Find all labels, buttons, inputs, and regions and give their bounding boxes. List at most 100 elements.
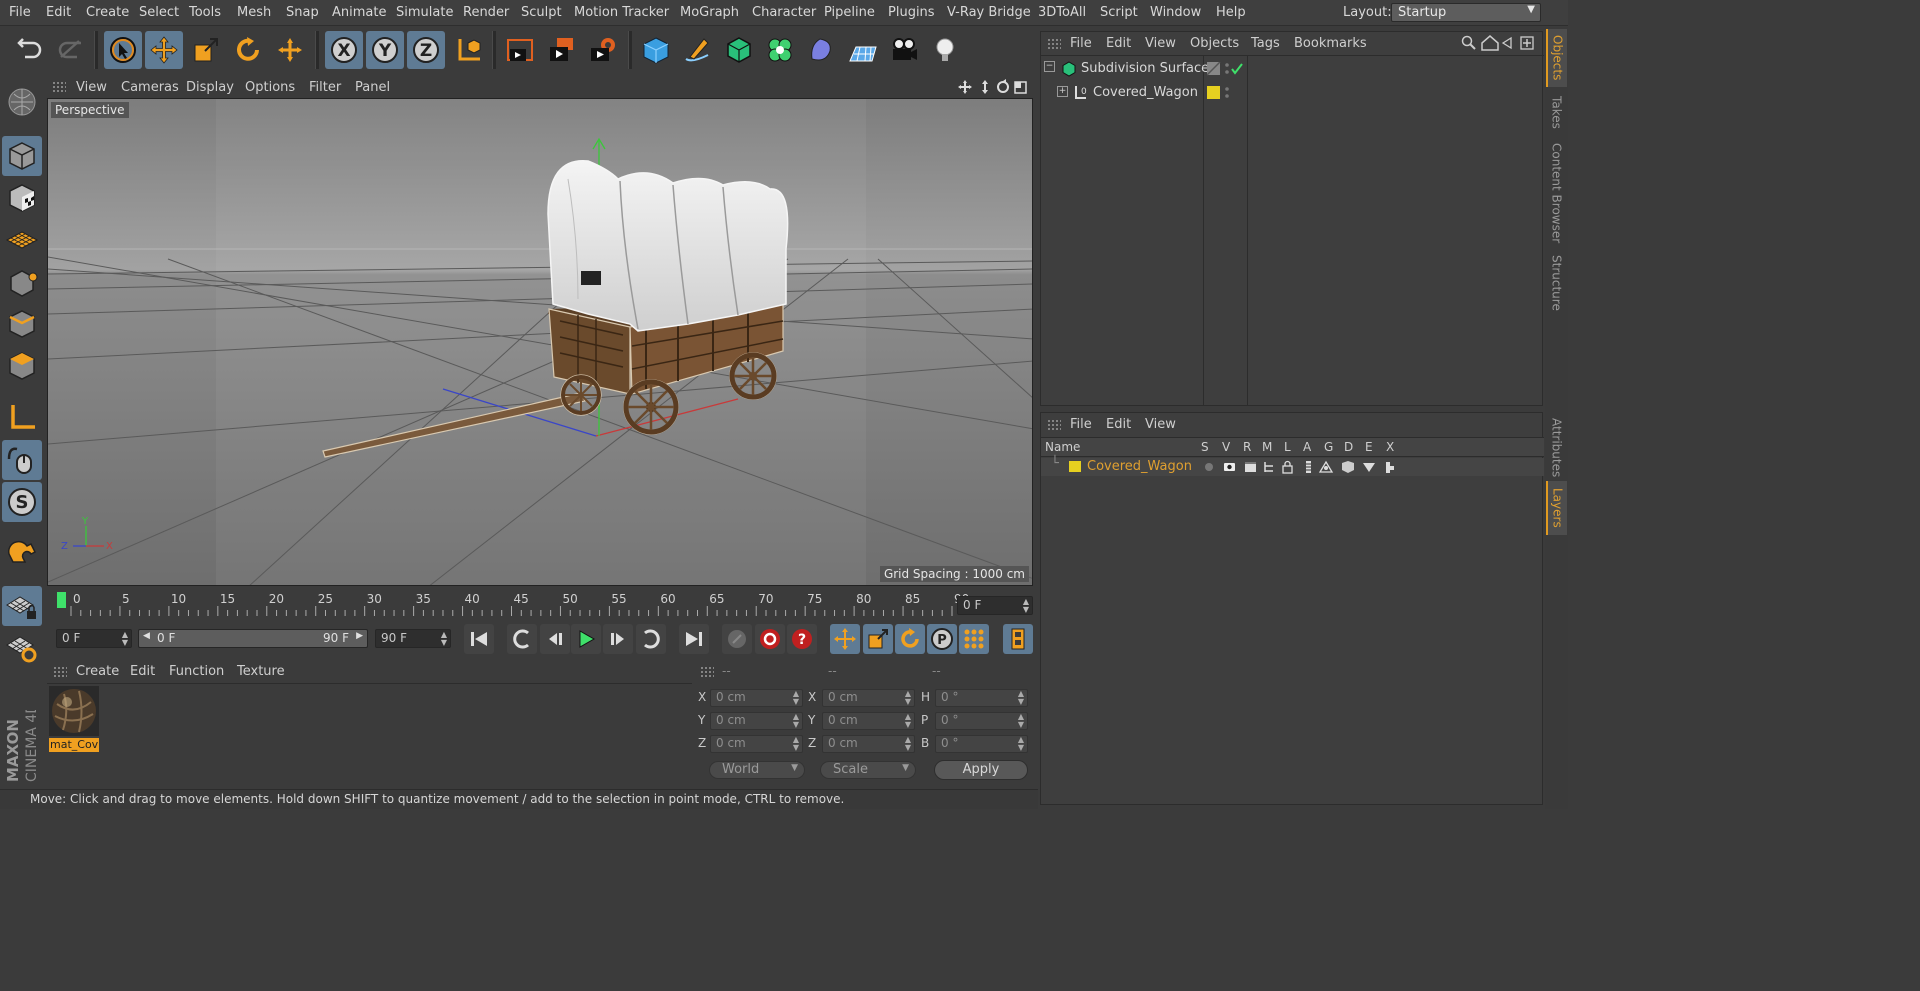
objects-menu-edit[interactable]: Edit: [1106, 36, 1131, 51]
layer-row[interactable]: └ Covered_Wagon: [1041, 456, 1544, 476]
scale-tool-button[interactable]: [187, 31, 225, 69]
make-editable-button[interactable]: [2, 82, 42, 122]
layer-col-name[interactable]: Name: [1045, 440, 1080, 454]
keyframe-selection-button[interactable]: ?: [787, 624, 817, 654]
menu-vray-bridge[interactable]: V-Ray Bridge: [947, 5, 1031, 20]
key-pla-button[interactable]: [959, 624, 989, 654]
workplane-button[interactable]: [2, 219, 42, 259]
eye-icon[interactable]: [1224, 463, 1235, 471]
start-frame-field[interactable]: 0 F ▲ ▼: [56, 629, 132, 648]
object-name[interactable]: Subdivision Surface: [1081, 61, 1209, 76]
objects-menu-view[interactable]: View: [1145, 36, 1176, 51]
coord-position-field[interactable]: 0 cm ▲ ▼: [710, 712, 803, 730]
tab-objects[interactable]: Objects: [1546, 29, 1567, 87]
objects-menu-file[interactable]: File: [1070, 36, 1092, 51]
collapse-icon[interactable]: −: [1044, 61, 1055, 72]
texture-mode-button[interactable]: [2, 178, 42, 218]
previous-key-button[interactable]: [507, 624, 537, 654]
timeline[interactable]: [47, 590, 1034, 620]
layer-col-solo[interactable]: S: [1201, 440, 1209, 454]
material-menu-create[interactable]: Create: [76, 664, 119, 679]
deformer-icon[interactable]: [1342, 461, 1354, 473]
editor-visibility-dot[interactable]: [1225, 87, 1229, 91]
panel-grip-icon[interactable]: [700, 666, 714, 678]
tab-takes[interactable]: Takes: [1546, 91, 1567, 133]
menu-create[interactable]: Create: [86, 5, 129, 20]
menu-snap[interactable]: Snap: [286, 5, 319, 20]
spinner-icon[interactable]: ▲ ▼: [1018, 736, 1024, 752]
render-visibility-dot[interactable]: [1225, 94, 1229, 98]
model-mode-button[interactable]: [2, 136, 42, 176]
coordinate-system-button[interactable]: [450, 31, 488, 69]
size-mode-dropdown[interactable]: Scale ▼: [820, 761, 916, 779]
menu-sculpt[interactable]: Sculpt: [521, 5, 562, 20]
viewport-menu-cameras[interactable]: Cameras: [121, 80, 179, 95]
layer-name[interactable]: Covered_Wagon: [1087, 459, 1192, 474]
menu-tools[interactable]: Tools: [189, 5, 221, 20]
coord-rotation-field[interactable]: 0 ° ▲ ▼: [935, 735, 1028, 753]
spinner-icon[interactable]: ▲ ▼: [793, 736, 799, 752]
previous-frame-button[interactable]: [540, 624, 570, 654]
material-menu-function[interactable]: Function: [169, 664, 224, 679]
floor-button[interactable]: [844, 31, 882, 69]
subdivision-button[interactable]: [720, 31, 758, 69]
menu-window[interactable]: Window: [1150, 5, 1201, 20]
points-mode-button[interactable]: [2, 262, 42, 302]
cloner-button[interactable]: [761, 31, 799, 69]
coord-system-dropdown[interactable]: World ▼: [709, 761, 805, 779]
spinner-icon[interactable]: ▲ ▼: [793, 690, 799, 706]
timeline-ruler[interactable]: [57, 590, 962, 620]
coord-size-field[interactable]: 0 cm ▲ ▼: [822, 712, 915, 730]
y-axis-lock-button[interactable]: Y: [366, 31, 404, 69]
layer-col-expressions[interactable]: E: [1365, 440, 1373, 454]
deformer-button[interactable]: [802, 31, 840, 69]
tab-content-browser[interactable]: Content Browser: [1546, 137, 1567, 249]
layer-col-locked[interactable]: L: [1284, 440, 1291, 454]
perspective-viewport[interactable]: Y X Z Perspective Grid Spacing : 1000 cm: [47, 98, 1033, 586]
pen-spline-button[interactable]: [678, 31, 716, 69]
menu-help[interactable]: Help: [1216, 5, 1246, 20]
object-row[interactable]: − Subdivision Surface: [1041, 58, 1544, 80]
render-clapper-icon[interactable]: [1245, 462, 1256, 472]
tweak-mode-button[interactable]: [2, 440, 42, 480]
coord-position-field[interactable]: 0 cm ▲ ▼: [710, 689, 803, 707]
autokey-button[interactable]: [755, 624, 785, 654]
layers-menu-view[interactable]: View: [1145, 417, 1176, 432]
solo-dot-icon[interactable]: [1205, 463, 1213, 471]
record-disabled-button[interactable]: [722, 624, 752, 654]
render-picture-viewer-button[interactable]: [543, 31, 581, 69]
layer-col-manager[interactable]: M: [1262, 440, 1272, 454]
layer-col-animation[interactable]: A: [1303, 440, 1311, 454]
coord-rotation-field[interactable]: 0 ° ▲ ▼: [935, 689, 1028, 707]
spinner-icon[interactable]: ▲ ▼: [905, 690, 911, 706]
solo-button[interactable]: S: [2, 482, 42, 522]
object-row[interactable]: + 0 Covered_Wagon: [1041, 82, 1544, 104]
coord-rotation-field[interactable]: 0 ° ▲ ▼: [935, 712, 1028, 730]
menu-plugins[interactable]: Plugins: [888, 5, 935, 20]
key-scale-button[interactable]: [863, 624, 893, 654]
expand-icon[interactable]: +: [1057, 86, 1068, 97]
viewport-menu-view[interactable]: View: [76, 80, 107, 95]
edges-mode-button[interactable]: [2, 303, 42, 343]
viewport-menu-display[interactable]: Display: [186, 80, 234, 95]
apply-button[interactable]: Apply: [934, 760, 1028, 780]
search-icon[interactable]: [1461, 35, 1476, 50]
panel-grip-icon[interactable]: [1047, 38, 1061, 50]
rotate-tool-button[interactable]: [229, 31, 267, 69]
x-axis-lock-button[interactable]: X: [325, 31, 363, 69]
render-settings-button[interactable]: [584, 31, 622, 69]
cube-button[interactable]: [637, 31, 675, 69]
menu-render[interactable]: Render: [463, 5, 509, 20]
layer-color-swatch[interactable]: [1069, 461, 1081, 472]
render-view-button[interactable]: [501, 31, 539, 69]
menu-character[interactable]: Character: [752, 5, 816, 20]
layout-dropdown[interactable]: Startup ▼: [1391, 3, 1541, 22]
frame-range-slider[interactable]: ◀ 0 F 90 F ▶: [138, 629, 368, 648]
coord-size-field[interactable]: 0 cm ▲ ▼: [822, 735, 915, 753]
move-tool-button[interactable]: [145, 31, 183, 69]
expression-icon[interactable]: [1363, 463, 1375, 472]
next-frame-button[interactable]: [603, 624, 633, 654]
menu-simulate[interactable]: Simulate: [396, 5, 453, 20]
object-flags[interactable]: [1207, 86, 1247, 100]
spinner-icon[interactable]: ▲ ▼: [793, 713, 799, 729]
